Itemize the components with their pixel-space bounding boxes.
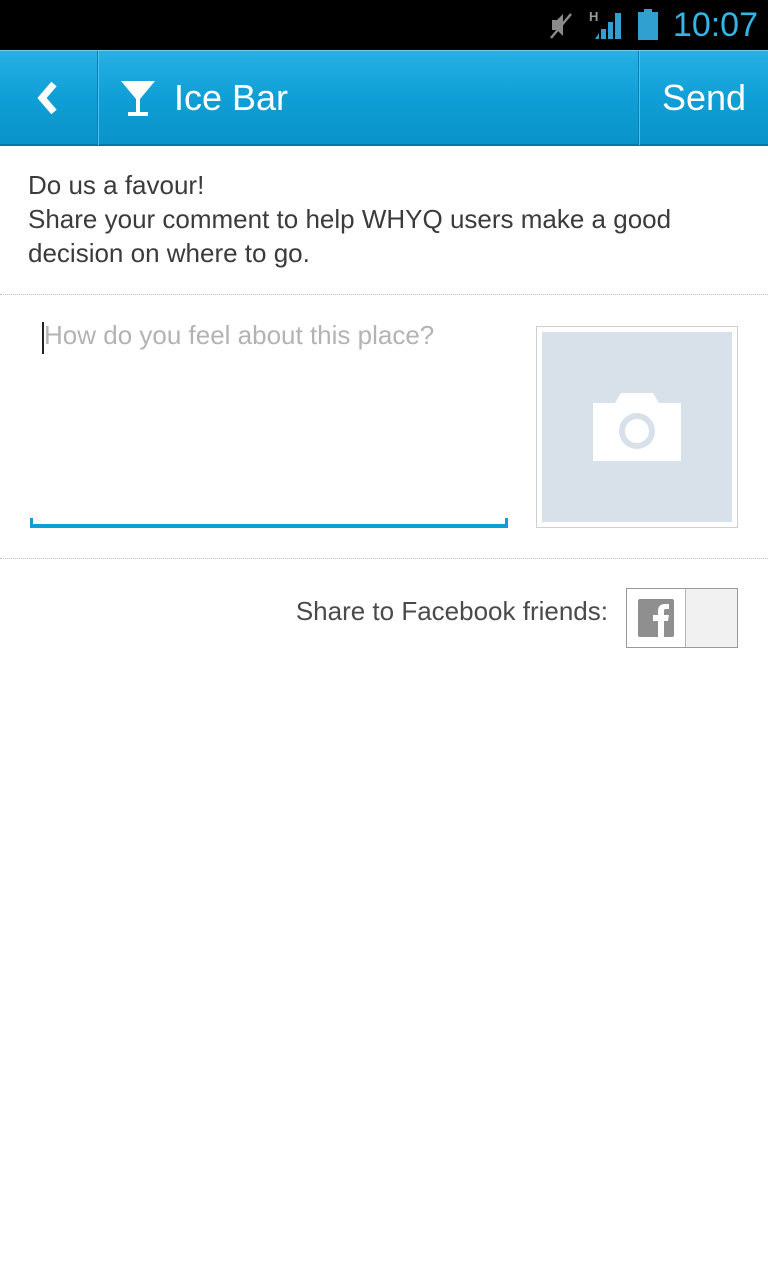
underline-edge	[505, 518, 508, 528]
mute-icon	[549, 13, 572, 39]
cocktail-glass-icon	[121, 81, 155, 116]
intro-text: Do us a favour! Share your comment to he…	[28, 168, 748, 270]
send-button[interactable]: Send	[640, 51, 768, 145]
battery-icon	[637, 9, 658, 40]
underline-edge	[30, 518, 33, 528]
toggle-thumb	[627, 589, 686, 647]
comment-underline	[30, 524, 508, 528]
photo-placeholder	[542, 332, 732, 522]
divider	[0, 294, 768, 295]
action-bar-divider	[97, 51, 99, 145]
facebook-share-toggle[interactable]	[626, 588, 738, 648]
camera-icon	[593, 393, 681, 461]
chevron-left-icon	[36, 81, 57, 115]
back-button[interactable]	[0, 51, 97, 145]
toggle-track	[686, 589, 737, 647]
intro-body: Share your comment to help WHYQ users ma…	[28, 204, 672, 268]
status-time: 10:07	[672, 5, 758, 44]
status-icons: H 10:07	[535, 0, 758, 50]
share-label: Share to Facebook friends:	[295, 596, 608, 626]
add-photo-button[interactable]	[536, 326, 738, 528]
divider	[0, 558, 768, 559]
facebook-icon	[638, 599, 674, 637]
action-bar: Ice Bar Send	[0, 50, 768, 146]
page-title: Ice Bar	[174, 77, 289, 118]
action-bar-title: Ice Bar	[120, 51, 288, 145]
intro-heading: Do us a favour!	[28, 170, 205, 200]
comment-placeholder: How do you feel about this place?	[44, 320, 435, 350]
comment-input[interactable]: How do you feel about this place?	[30, 318, 508, 528]
status-bar: H 10:07	[0, 0, 768, 50]
signal-icon: H	[589, 9, 621, 39]
svg-text:H: H	[589, 9, 598, 24]
